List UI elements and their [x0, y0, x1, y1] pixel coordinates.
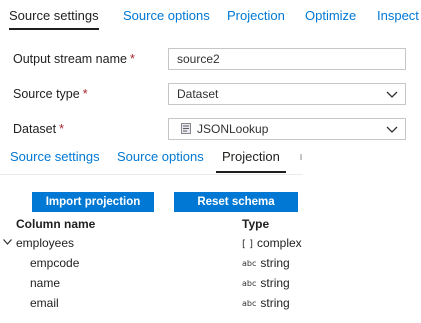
tab-overflow-marker: [300, 154, 302, 160]
column-name: empcode: [30, 256, 80, 270]
output-stream-label: Output stream name *: [13, 52, 135, 66]
string-type-icon: abc: [242, 259, 257, 268]
json-dataset-icon: [181, 123, 191, 134]
required-marker: *: [82, 87, 88, 101]
dataset-label: Dataset *: [13, 122, 64, 136]
required-marker: *: [129, 52, 135, 66]
column-type: [ ] complex: [242, 236, 302, 250]
tab-source-options[interactable]: Source options: [123, 0, 210, 30]
string-type-icon: abc: [242, 279, 257, 288]
secondary-tab-bar: Source settings Source options Projectio…: [0, 146, 303, 174]
schema-row[interactable]: name abc string: [0, 273, 303, 293]
column-name: email: [30, 296, 59, 310]
chevron-down-icon: [386, 91, 398, 98]
required-marker: *: [59, 122, 64, 136]
reset-schema-button[interactable]: Reset schema: [174, 192, 298, 212]
output-stream-input[interactable]: source2: [168, 48, 406, 70]
subtab-source-settings[interactable]: Source settings: [10, 149, 100, 173]
chevron-down-icon: [386, 126, 398, 133]
top-tab-bar: Source settings Source options Projectio…: [0, 0, 421, 30]
string-type-icon: abc: [242, 299, 257, 308]
dataset-select[interactable]: JSONLookup: [168, 118, 406, 140]
column-type: abc string: [242, 276, 290, 290]
output-stream-row: Output stream name * source2: [0, 48, 421, 72]
column-name-header: Column name: [16, 217, 96, 231]
tab-inspect[interactable]: Inspect: [377, 0, 419, 30]
source-type-row: Source type * Dataset: [0, 83, 421, 107]
subtab-source-options[interactable]: Source options: [117, 149, 204, 173]
source-type-select[interactable]: Dataset: [168, 83, 406, 105]
tab-optimize[interactable]: Optimize: [305, 0, 356, 30]
column-name: name: [30, 276, 61, 290]
schema-row[interactable]: empcode abc string: [0, 253, 303, 273]
dataset-row: Dataset * JSONLookup: [0, 118, 421, 142]
tab-source-settings[interactable]: Source settings: [9, 0, 99, 30]
expand-caret-icon[interactable]: [3, 239, 12, 245]
dataset-value: JSONLookup: [197, 122, 269, 136]
source-type-value: Dataset: [177, 87, 219, 101]
type-header: Type: [242, 217, 270, 231]
column-type: abc string: [242, 256, 290, 270]
import-projection-button[interactable]: Import projection: [32, 192, 154, 212]
subtab-projection[interactable]: Projection: [216, 149, 286, 173]
tab-projection[interactable]: Projection: [227, 0, 285, 30]
array-type-icon: [ ]: [242, 239, 253, 250]
column-name: employees: [16, 236, 75, 250]
schema-row[interactable]: employees [ ] complex: [0, 233, 303, 253]
column-type: abc string: [242, 296, 290, 310]
tab-divider: [0, 174, 303, 175]
source-type-label: Source type *: [13, 87, 88, 101]
schema-row[interactable]: email abc string: [0, 293, 303, 313]
